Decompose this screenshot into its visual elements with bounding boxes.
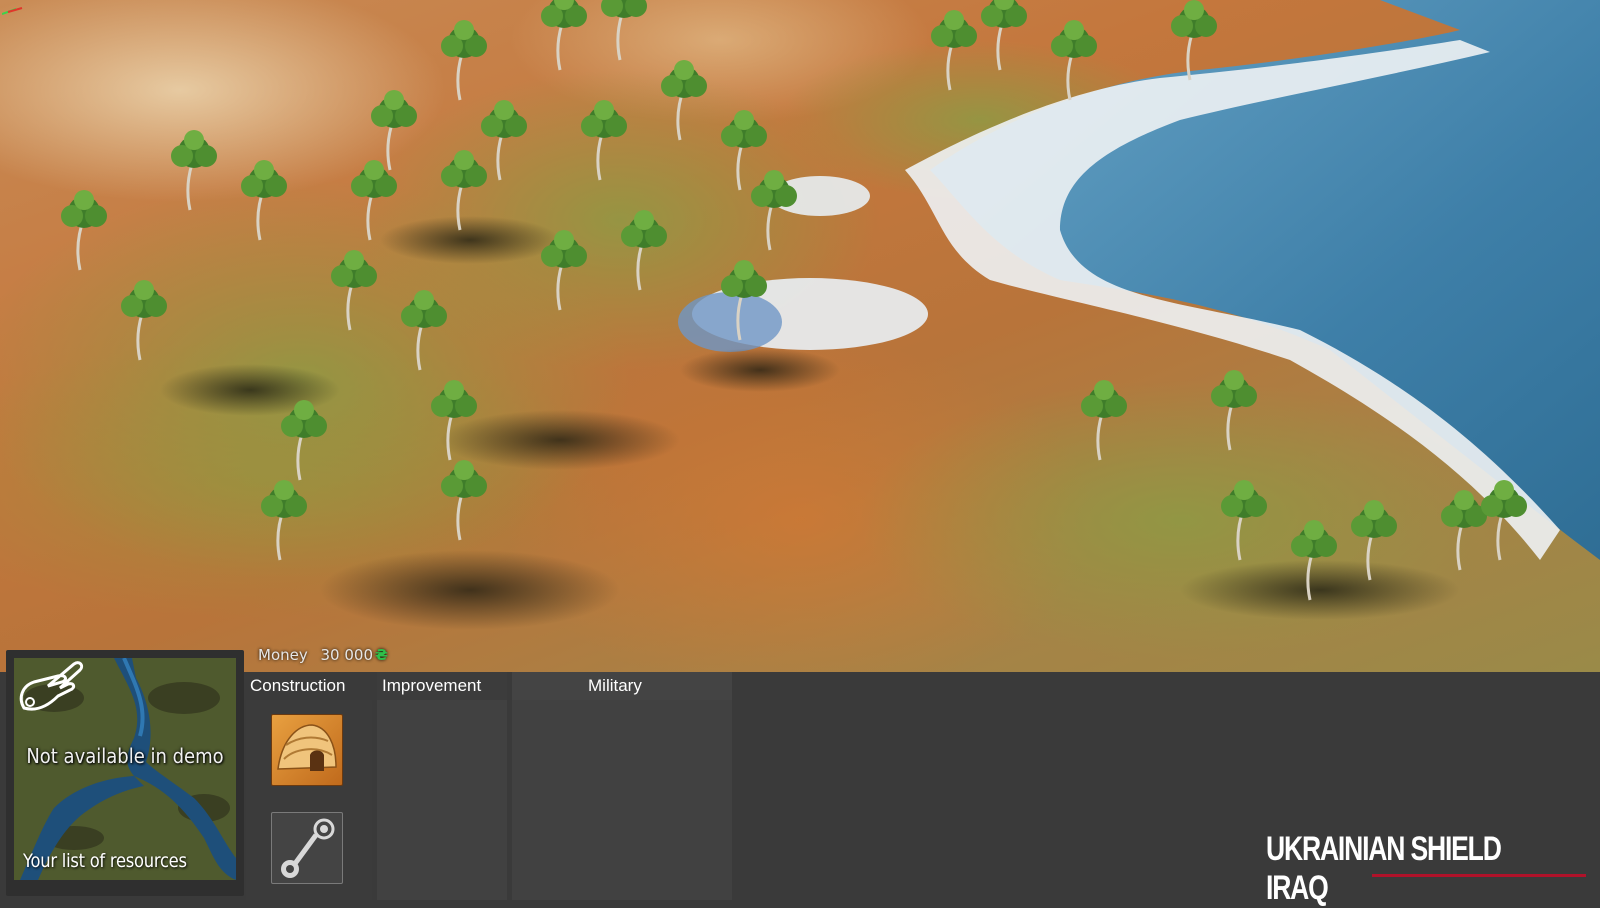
axis-gizmo-icon <box>2 7 23 15</box>
currency-symbol: ₴ <box>375 646 388 664</box>
hut-icon <box>277 724 337 771</box>
tab-construction[interactable]: Construction <box>250 676 345 696</box>
channel-watermark: UKRAINIAN SHIELD IRAQ <box>1266 830 1502 907</box>
game-viewport[interactable] <box>0 0 1600 672</box>
military-column <box>512 700 732 900</box>
terrain-scene <box>0 0 1600 660</box>
money-label: Money <box>258 646 308 664</box>
demo-notice: Not available in demo <box>26 744 224 768</box>
tab-military[interactable]: Military <box>588 676 642 696</box>
watermark-underline <box>1372 874 1586 877</box>
steam-icon <box>281 818 335 878</box>
minimap-frame: Not available in demo Your list of resou… <box>6 650 244 896</box>
build-hut-button[interactable] <box>271 714 343 786</box>
steam-button[interactable] <box>271 812 343 884</box>
minimap[interactable]: Not available in demo Your list of resou… <box>14 658 236 880</box>
tab-improvement[interactable]: Improvement <box>382 676 481 696</box>
resources-list-label[interactable]: Your list of resources <box>23 850 187 872</box>
pointing-hand-icon <box>19 661 84 711</box>
improvement-column <box>377 700 507 900</box>
money-amount: 30 000 <box>320 646 374 664</box>
money-readout: Money 30 000 ₴ <box>258 646 388 664</box>
